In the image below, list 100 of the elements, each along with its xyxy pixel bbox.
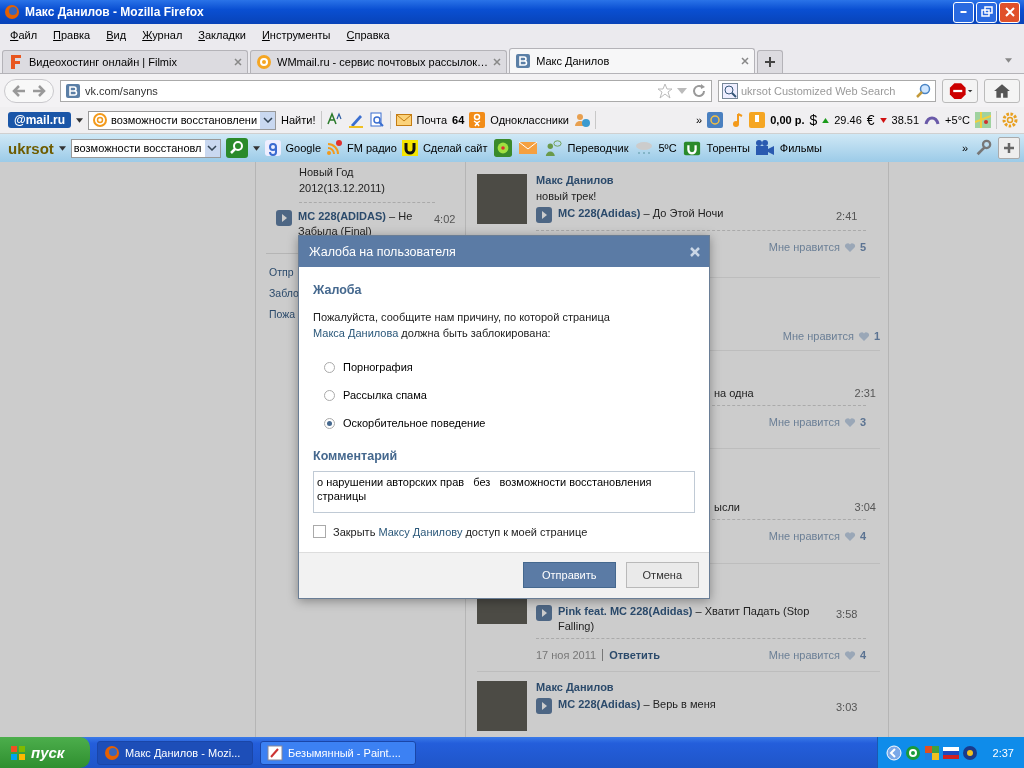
caret-icon[interactable] <box>76 117 84 123</box>
author-name[interactable]: Макс Данилов <box>536 681 614 693</box>
track-title[interactable]: ысли <box>714 501 855 513</box>
letter-u-icon[interactable] <box>401 140 418 156</box>
back-forward-buttons[interactable] <box>4 78 54 103</box>
video-camera-icon[interactable] <box>754 139 775 157</box>
reason-radio[interactable]: Оскорбительное поведение <box>324 409 486 437</box>
track-title[interactable]: MC 228(ADIDAS) – Не Забыла (Final) <box>298 209 428 239</box>
web-search-field[interactable]: ukrsot Customized Web Search <box>718 79 936 102</box>
flag-icon[interactable] <box>942 744 959 761</box>
radio-waves-icon[interactable] <box>326 140 342 156</box>
browser-tab[interactable]: Макс Данилов <box>509 48 756 73</box>
track-title[interactable]: Pink feat. MC 228(Adidas) – Хватит Падать (Stop Falling) <box>558 604 830 634</box>
network-icon[interactable] <box>961 744 978 761</box>
reply-link[interactable]: Ответить <box>602 649 660 661</box>
taskbar-button[interactable]: Безымянный - Paint.... <box>260 740 416 765</box>
torrents-link[interactable]: Торенты <box>706 142 750 154</box>
ukrsot-logo[interactable]: ukrsot <box>8 139 54 157</box>
track-title[interactable]: на одна <box>714 387 855 399</box>
colored-squares-icon[interactable] <box>923 744 940 761</box>
close-icon[interactable] <box>234 58 242 66</box>
google-link[interactable]: Google <box>285 142 321 154</box>
checkbox-label[interactable]: Закрыть Максу Данилову доступ к моей странице <box>333 525 588 538</box>
menu-item[interactable]: Инструменты <box>253 29 339 41</box>
map-icon[interactable] <box>975 112 991 128</box>
play-button[interactable] <box>276 210 292 226</box>
translator-link[interactable]: Переводчик <box>567 142 629 154</box>
author-name[interactable]: Макс Данилов <box>536 174 614 186</box>
back-arrow-icon[interactable] <box>11 82 27 99</box>
forward-arrow-icon[interactable] <box>31 82 47 99</box>
people-icon[interactable] <box>573 112 590 128</box>
adblock-button[interactable] <box>942 78 978 103</box>
minimize-button[interactable] <box>953 1 974 23</box>
films-link[interactable]: Фильмы <box>779 142 822 154</box>
play-button[interactable] <box>536 207 552 223</box>
taskbar-button[interactable]: Макс Данилов - Mozi... <box>97 740 253 765</box>
profile-action-link[interactable]: Отпр <box>269 262 294 283</box>
chevron-icon[interactable] <box>885 744 902 761</box>
flower-icon[interactable] <box>492 139 513 157</box>
close-button[interactable] <box>999 1 1020 23</box>
block-checkbox[interactable] <box>313 525 326 538</box>
reason-radio[interactable]: Порнография <box>324 353 413 381</box>
reload-icon[interactable] <box>691 82 707 99</box>
mail-search-field[interactable]: возможности восстановлени <box>88 110 277 130</box>
restore-button[interactable] <box>976 1 997 23</box>
play-button[interactable] <box>536 698 552 714</box>
envelope-icon[interactable] <box>395 112 412 128</box>
mail-ru-logo[interactable]: @mail.ru <box>8 112 72 128</box>
caret-icon[interactable] <box>252 145 260 151</box>
wallet-icon[interactable] <box>749 112 766 128</box>
close-icon[interactable] <box>741 57 750 65</box>
menu-item[interactable]: Файл <box>2 29 46 41</box>
envelope-icon[interactable] <box>517 139 538 157</box>
menu-item[interactable]: Журнал <box>134 29 191 41</box>
make-site-link[interactable]: Сделай сайт <box>422 142 488 154</box>
add-button[interactable] <box>998 137 1020 159</box>
profile-link[interactable]: Максу Данилову <box>378 525 463 538</box>
google-g-icon[interactable] <box>264 140 281 156</box>
track-title[interactable]: MC 228(Adidas) – До Этой Ночи <box>558 206 830 221</box>
more-chevron[interactable]: » <box>696 114 703 126</box>
search-button[interactable] <box>225 138 248 158</box>
document-search-icon[interactable] <box>368 112 385 128</box>
browser-tab[interactable]: Видеохостинг онлайн | Filmix <box>2 50 248 73</box>
profile-action-link[interactable]: Забло <box>269 283 299 304</box>
caret-icon[interactable] <box>58 145 66 151</box>
dropdown-button[interactable] <box>204 139 220 157</box>
cancel-button[interactable]: Отмена <box>625 562 699 588</box>
search-icon[interactable] <box>916 82 932 99</box>
profile-link[interactable]: Макса Данилова <box>313 327 399 339</box>
odnoklassniki-link[interactable]: Одноклассники <box>490 114 569 126</box>
comment-field[interactable]: о нарушении авторских прав без возможности восстановления страницы <box>313 471 695 513</box>
menu-item[interactable]: Справка <box>338 29 398 41</box>
track-title[interactable]: MC 228(Adidas) – Верь в меня <box>558 697 830 712</box>
gear-icon[interactable] <box>1002 112 1018 128</box>
weather-temperature[interactable]: +5°C <box>945 114 970 126</box>
reason-radio[interactable]: Рассылка спама <box>324 381 427 409</box>
menu-item[interactable]: Правка <box>45 29 99 41</box>
search-icon[interactable] <box>722 82 738 99</box>
odnoklassniki-icon[interactable] <box>469 112 486 128</box>
weather-temperature[interactable]: 5ºC <box>658 142 677 154</box>
dropdown-arrow-icon[interactable] <box>677 87 687 94</box>
ukrsot-search-field[interactable]: возможности восстановл <box>70 138 221 158</box>
new-tab-button[interactable] <box>757 50 784 73</box>
pencil-icon[interactable] <box>347 112 364 128</box>
fm-radio-menu[interactable]: FM радио <box>347 142 397 154</box>
menu-item[interactable]: Закладки <box>190 29 254 41</box>
mail-label[interactable]: Почта <box>416 114 448 126</box>
find-button[interactable]: Найти! <box>281 114 316 126</box>
dropdown-button[interactable] <box>260 111 276 129</box>
address-field[interactable]: vk.com/sanyns <box>60 79 712 102</box>
profile-action-link[interactable]: Пожа <box>269 304 296 325</box>
menu-item[interactable]: Вид <box>98 29 135 41</box>
star-icon[interactable] <box>657 82 673 99</box>
close-icon[interactable] <box>493 58 502 66</box>
home-button[interactable] <box>984 78 1020 103</box>
more-chevron[interactable]: » <box>961 142 968 154</box>
browser-tab[interactable]: WMmail.ru - сервис почтовых рассылок… <box>250 50 508 73</box>
torrent-icon[interactable] <box>681 139 702 157</box>
play-button[interactable] <box>536 605 552 621</box>
submit-button[interactable]: Отправить <box>523 562 616 588</box>
